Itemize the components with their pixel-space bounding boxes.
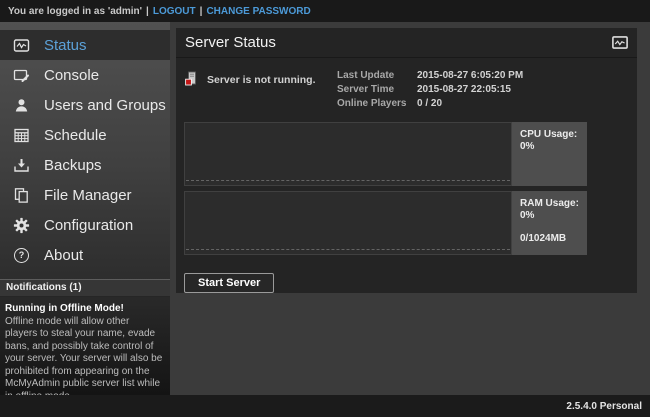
cpu-usage-graph xyxy=(184,122,512,186)
info-value: 2015-08-27 22:05:15 xyxy=(417,83,511,97)
help-icon: ? xyxy=(13,247,30,264)
sidebar-item-label: Configuration xyxy=(44,217,133,234)
status-row: Server is not running. Last Update 2015-… xyxy=(176,58,637,118)
sidebar-item-label: Console xyxy=(44,67,99,84)
info-label: Server Time xyxy=(337,83,417,97)
info-label: Online Players xyxy=(337,97,417,111)
sidebar-item-label: Status xyxy=(44,37,87,54)
notifications-header: Notifications (1) xyxy=(0,279,170,297)
separator: | xyxy=(200,6,203,17)
console-icon xyxy=(13,67,30,84)
notification-text: Offline mode will allow other players to… xyxy=(5,316,164,396)
file-manager-icon xyxy=(13,187,30,204)
sidebar-item-backups[interactable]: Backups xyxy=(0,150,170,180)
server-info: Last Update 2015-08-27 6:05:20 PM Server… xyxy=(337,68,575,111)
sidebar-item-users-and-groups[interactable]: Users and Groups xyxy=(0,90,170,120)
start-server-button[interactable]: Start Server xyxy=(184,273,274,293)
mcmyadmin-app: You are logged in as 'admin' | LOGOUT | … xyxy=(0,0,650,417)
cpu-usage-label: CPU Usage: 0% xyxy=(512,122,587,186)
sidebar-item-schedule[interactable]: Schedule xyxy=(0,120,170,150)
info-row-server-time: Server Time 2015-08-27 22:05:15 xyxy=(337,83,575,97)
logout-link[interactable]: LOGOUT xyxy=(153,6,196,17)
gear-icon xyxy=(13,217,30,234)
graph-baseline xyxy=(186,249,510,250)
info-label: Last Update xyxy=(337,69,417,83)
schedule-icon xyxy=(13,127,30,144)
ram-usage-title: RAM Usage: xyxy=(520,198,587,210)
info-value: 0 / 20 xyxy=(417,97,442,111)
status-chart-icon xyxy=(612,36,628,49)
main-area: Server Status Server is not running. xyxy=(170,22,650,395)
server-state: Server is not running. xyxy=(184,68,337,111)
topbar: You are logged in as 'admin' | LOGOUT | … xyxy=(0,0,650,22)
sidebar-item-label: Users and Groups xyxy=(44,97,166,114)
info-row-online-players: Online Players 0 / 20 xyxy=(337,97,575,111)
cpu-graph-row: CPU Usage: 0% xyxy=(184,122,637,186)
info-row-last-update: Last Update 2015-08-27 6:05:20 PM xyxy=(337,69,575,83)
sidebar-item-label: File Manager xyxy=(44,187,132,204)
sidebar-item-label: Schedule xyxy=(44,127,107,144)
graph-baseline xyxy=(186,180,510,181)
ram-usage-graph xyxy=(184,191,512,255)
status-chart-icon xyxy=(13,37,30,54)
ram-graph-row: RAM Usage: 0% 0/1024MB xyxy=(184,191,637,255)
sidebar-item-status[interactable]: Status xyxy=(0,30,170,60)
ram-usage-detail: 0/1024MB xyxy=(520,233,587,245)
card-header: Server Status xyxy=(176,28,637,58)
sidebar-item-console[interactable]: Console xyxy=(0,60,170,90)
sidebar-item-about[interactable]: ? About xyxy=(0,240,170,270)
change-password-link[interactable]: CHANGE PASSWORD xyxy=(206,6,310,17)
page-title: Server Status xyxy=(185,34,612,51)
info-value: 2015-08-27 6:05:20 PM xyxy=(417,69,523,83)
logged-in-text: You are logged in as 'admin' xyxy=(8,6,142,17)
sidebar-menu: Status Console Users and Groups xyxy=(0,22,170,270)
sidebar: Status Console Users and Groups xyxy=(0,22,170,395)
cpu-usage-title: CPU Usage: xyxy=(520,129,587,141)
notification-item: Running in Offline Mode! Offline mode wi… xyxy=(0,297,170,395)
separator: | xyxy=(146,6,149,17)
server-stopped-icon xyxy=(184,71,199,87)
footer: 2.5.4.0 Personal xyxy=(0,395,650,417)
sidebar-item-file-manager[interactable]: File Manager xyxy=(0,180,170,210)
cpu-usage-value: 0% xyxy=(520,141,587,153)
notification-title: Running in Offline Mode! xyxy=(5,303,164,316)
server-status-message: Server is not running. xyxy=(207,71,316,86)
sidebar-item-label: About xyxy=(44,247,83,264)
users-icon xyxy=(13,97,30,114)
ram-usage-label: RAM Usage: 0% 0/1024MB xyxy=(512,191,587,255)
server-status-card: Server Status Server is not running. xyxy=(176,28,637,293)
notifications-panel: Notifications (1) Running in Offline Mod… xyxy=(0,279,170,395)
version-label: 2.5.4.0 Personal xyxy=(566,401,642,412)
sidebar-item-label: Backups xyxy=(44,157,102,174)
backups-download-icon xyxy=(13,157,30,174)
sidebar-item-configuration[interactable]: Configuration xyxy=(0,210,170,240)
ram-usage-value: 0% xyxy=(520,210,587,222)
